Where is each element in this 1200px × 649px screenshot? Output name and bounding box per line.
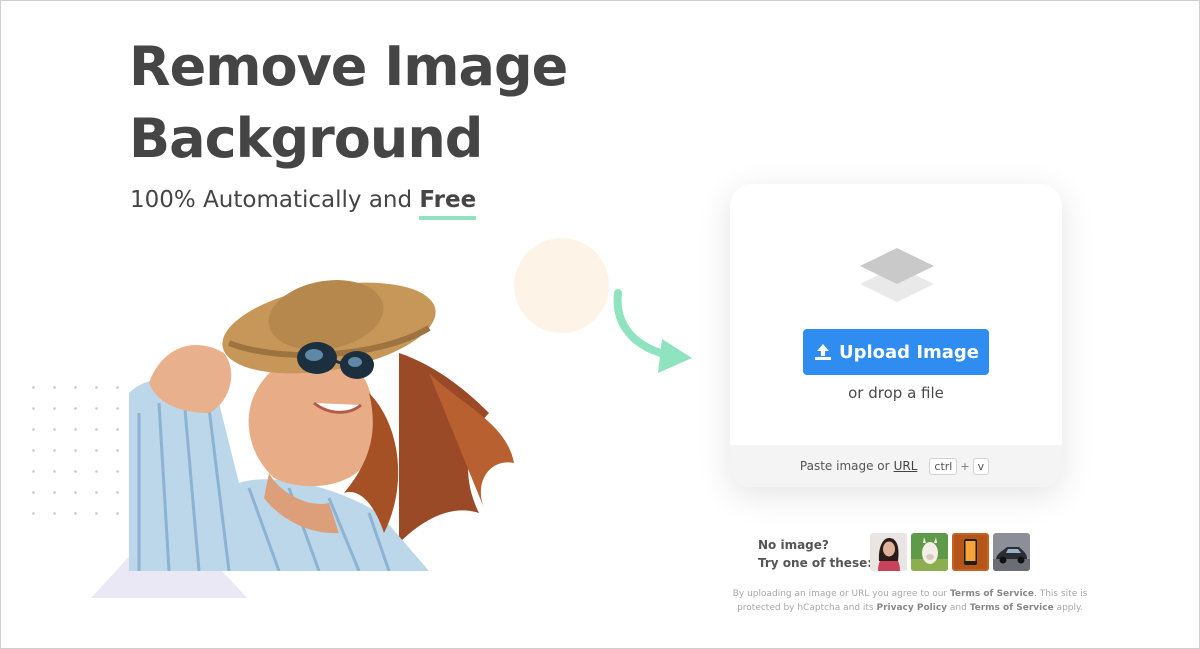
sample-thumbnails — [870, 533, 1030, 571]
sample-label-line2: Try one of these: — [758, 556, 873, 570]
sample-label-line1: No image? — [758, 538, 829, 552]
page-title: Remove Image Background — [129, 31, 568, 175]
drop-hint: or drop a file — [848, 384, 944, 402]
ctrl-key: ctrl — [929, 457, 958, 475]
dot-grid-decoration — [23, 377, 143, 527]
sample-car[interactable] — [993, 533, 1030, 571]
sample-alpaca[interactable] — [911, 533, 948, 571]
legal-notice: By uploading an image or URL you agree t… — [729, 587, 1091, 615]
legal-text-4: apply. — [1053, 603, 1083, 613]
layers-icon — [860, 248, 934, 302]
privacy-link[interactable]: Privacy Policy — [876, 603, 947, 613]
hero-woman-photo — [129, 280, 514, 571]
paste-text: Paste image or — [799, 459, 890, 473]
upload-arrow-icon — [814, 344, 831, 360]
terms-link[interactable]: Terms of Service — [950, 589, 1034, 599]
upload-card[interactable]: Upload Image or drop a file Paste image … — [730, 184, 1062, 487]
curved-arrow-icon — [613, 289, 692, 373]
subtitle: 100% Automatically and Free — [130, 187, 477, 220]
paste-bar: Paste image or URL ctrl + v — [730, 445, 1062, 487]
upload-button-label: Upload Image — [838, 341, 980, 363]
legal-text-1: By uploading an image or URL you agree t… — [732, 589, 950, 599]
subtitle-text: 100% Automatically and — [130, 187, 420, 213]
sample-phone[interactable] — [952, 533, 989, 571]
legal-text-3: and — [947, 603, 970, 613]
sample-label: No image? Try one of these: — [758, 536, 872, 572]
terms-link-2[interactable]: Terms of Service — [970, 603, 1054, 613]
subtitle-free: Free — [419, 187, 477, 220]
url-link[interactable]: URL — [894, 459, 918, 473]
upload-image-button[interactable]: Upload Image — [803, 329, 989, 375]
circle-decoration — [514, 238, 609, 333]
sample-woman[interactable] — [870, 533, 907, 571]
title-line-2: Background — [129, 107, 483, 170]
title-line-1: Remove Image — [129, 35, 568, 98]
plus-sign: + — [960, 459, 970, 473]
v-key: v — [972, 457, 990, 475]
